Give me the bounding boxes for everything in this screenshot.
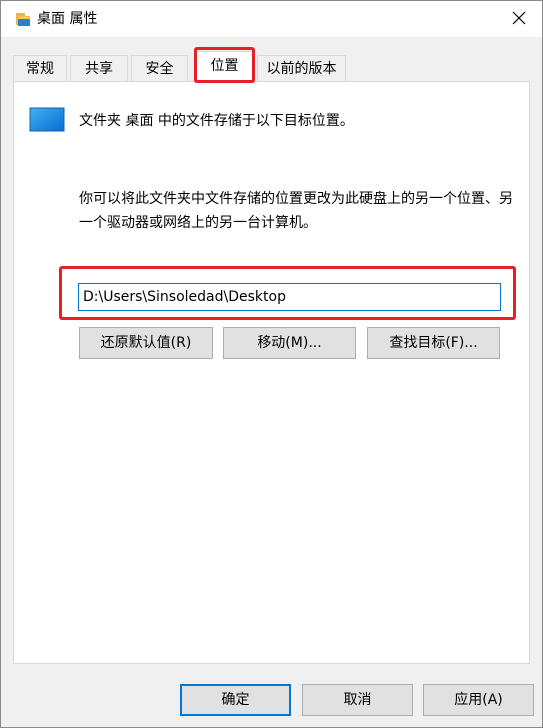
close-icon — [512, 10, 526, 29]
find-target-button[interactable]: 查找目标(F)... — [367, 327, 500, 359]
tab-previous-versions[interactable]: 以前的版本 — [257, 55, 346, 82]
ok-button[interactable]: 确定 — [180, 684, 291, 716]
location-intro-text: 文件夹 桌面 中的文件存储于以下目标位置。 — [79, 113, 354, 129]
apply-button[interactable]: 应用(A) — [423, 684, 534, 716]
tab-sharing[interactable]: 共享 — [70, 55, 128, 82]
restore-default-button[interactable]: 还原默认值(R) — [79, 327, 213, 359]
location-description-text: 你可以将此文件夹中文件存储的位置更改为此硬盘上的另一个位置、另一个驱动器或网络上… — [79, 191, 513, 231]
tab-security[interactable]: 安全 — [131, 55, 188, 82]
desktop-folder-icon — [29, 107, 65, 133]
tab-panel — [13, 81, 530, 664]
folder-icon — [15, 11, 31, 27]
properties-window: 桌面 属性 常规 共享 安全 位置 以前的版本 文件夹 桌面 中的文件存储于以下… — [0, 0, 543, 728]
window-title: 桌面 属性 — [37, 11, 98, 27]
move-button[interactable]: 移动(M)... — [223, 327, 356, 359]
path-highlight-box — [59, 266, 516, 320]
tab-general[interactable]: 常规 — [13, 55, 67, 82]
title-bar: 桌面 属性 — [1, 1, 542, 37]
close-button[interactable] — [496, 1, 542, 37]
tab-highlight-box — [194, 47, 255, 83]
cancel-button[interactable]: 取消 — [302, 684, 413, 716]
